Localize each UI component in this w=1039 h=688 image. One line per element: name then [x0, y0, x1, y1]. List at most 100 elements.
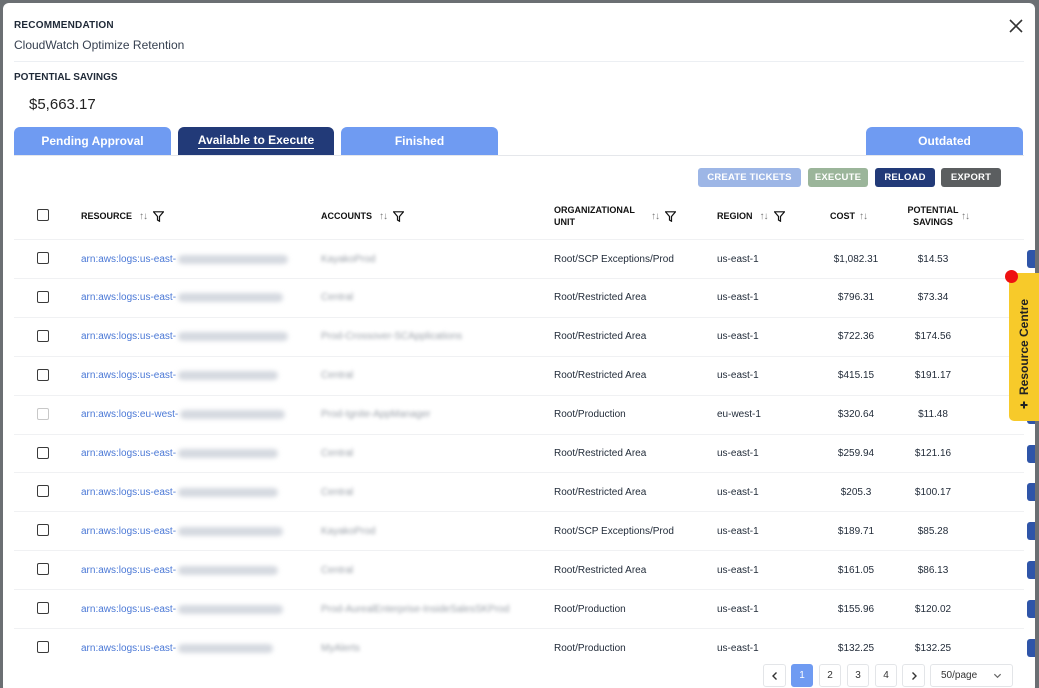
- potential-savings-value: $5,663.17: [29, 96, 96, 113]
- organizational-unit: Root/Production: [554, 409, 626, 421]
- potential-savings: $191.17: [914, 370, 952, 382]
- filter-icon[interactable]: [393, 210, 404, 222]
- region: us-east-1: [717, 331, 759, 343]
- execute-button[interactable]: EXECUTE: [808, 168, 868, 187]
- sort-icon[interactable]: ↑↓: [139, 211, 148, 222]
- resource-link[interactable]: arn:aws:logs:eu-west-: [81, 409, 178, 420]
- row-checkbox[interactable]: [37, 602, 49, 615]
- tab-underline: [14, 155, 1024, 156]
- resource-link[interactable]: arn:aws:logs:us-east-: [81, 526, 176, 537]
- row-action-button[interactable]: [1027, 250, 1035, 268]
- sort-icon[interactable]: ↑↓: [760, 211, 769, 222]
- resource-centre-tab[interactable]: Resource Centre: [1005, 270, 1039, 421]
- account-name: KayakoProd: [321, 253, 376, 265]
- row-action-button[interactable]: [1027, 444, 1035, 463]
- close-icon[interactable]: [1007, 17, 1025, 35]
- row-action-button[interactable]: [1027, 483, 1035, 502]
- sort-icon[interactable]: ↑↓: [961, 211, 970, 222]
- table-row[interactable]: arn:aws:logs:us-east- KayakoProd Root/SCP …: [14, 511, 1035, 550]
- redacted-resource-suffix: [178, 449, 279, 458]
- page-4-button[interactable]: 4: [875, 664, 897, 687]
- resource-link[interactable]: arn:aws:logs:us-east-: [81, 370, 176, 381]
- resource-link[interactable]: arn:aws:logs:us-east-: [81, 643, 176, 654]
- table-row[interactable]: arn:aws:logs:eu-west- Prod-Ignite-AppMana…: [14, 394, 1035, 434]
- resource-link[interactable]: arn:aws:logs:us-east-: [81, 448, 176, 459]
- account-name: Central: [321, 370, 354, 382]
- redacted-resource-suffix: [180, 410, 286, 420]
- export-button[interactable]: EXPORT: [941, 168, 1001, 187]
- table-row[interactable]: arn:aws:logs:us-east- Central Root/Restric…: [14, 277, 1035, 317]
- table-row[interactable]: arn:aws:logs:us-east- Central Root/Restric…: [14, 433, 1035, 473]
- cost: $320.64: [837, 409, 875, 421]
- tab-finished[interactable]: Finished: [341, 127, 498, 155]
- table-row[interactable]: arn:aws:logs:us-east- KayakoProd Root/SCP …: [14, 239, 1035, 278]
- organizational-unit: Root/Restricted Area: [554, 370, 647, 382]
- recommendation-modal: RECOMMENDATION CloudWatch Optimize Reten…: [3, 3, 1035, 688]
- resource-link[interactable]: arn:aws:logs:us-east-: [81, 254, 176, 265]
- region: us-east-1: [717, 642, 759, 654]
- region: eu-west-1: [717, 409, 761, 421]
- sort-icon[interactable]: ↑↓: [859, 211, 868, 222]
- prev-page-button[interactable]: [763, 664, 786, 687]
- row-checkbox[interactable]: [37, 290, 49, 303]
- row-checkbox[interactable]: [37, 252, 49, 264]
- filter-icon[interactable]: [153, 210, 165, 222]
- tab-pending-approval[interactable]: Pending Approval: [14, 127, 171, 155]
- potential-savings: $132.25: [914, 642, 952, 654]
- resource-link[interactable]: arn:aws:logs:us-east-: [81, 565, 176, 576]
- potential-savings: $121.16: [914, 448, 952, 459]
- resource-link[interactable]: arn:aws:logs:us-east-: [81, 487, 176, 498]
- cost: $161.05: [837, 564, 875, 576]
- tab-outdated[interactable]: Outdated: [866, 127, 1023, 155]
- row-action-button[interactable]: [1027, 561, 1035, 580]
- row-action-button[interactable]: [1027, 639, 1035, 657]
- page-size-select[interactable]: 50/page: [930, 664, 1013, 687]
- redacted-resource-suffix: [178, 604, 284, 614]
- potential-savings: $73.34: [917, 292, 949, 304]
- cost: $189.71: [837, 525, 875, 537]
- recommendation-label: RECOMMENDATION: [14, 20, 114, 31]
- organizational-unit: Root/Restricted Area: [554, 564, 647, 576]
- row-checkbox[interactable]: [37, 524, 49, 537]
- tab-label: Pending Approval: [41, 134, 144, 148]
- column-potential-savings: POTENTIAL SAVINGS: [907, 205, 959, 227]
- next-page-button[interactable]: [902, 664, 925, 687]
- page-3-button[interactable]: 3: [847, 664, 869, 687]
- table-row[interactable]: arn:aws:logs:us-east- Central Root/Restric…: [14, 472, 1035, 511]
- info-icon: [1020, 401, 1028, 409]
- table-row[interactable]: arn:aws:logs:us-east- Central Root/Restric…: [14, 550, 1035, 589]
- filter-icon[interactable]: [773, 210, 785, 222]
- row-action-button[interactable]: [1027, 600, 1035, 619]
- table-row[interactable]: arn:aws:logs:us-east- MyAlerts Root/Produc…: [14, 628, 1035, 667]
- organizational-unit: Root/Restricted Area: [554, 292, 647, 304]
- create-tickets-button[interactable]: CREATE TICKETS: [698, 168, 801, 187]
- row-checkbox[interactable]: [37, 641, 49, 653]
- sort-icon[interactable]: ↑↓: [651, 211, 660, 222]
- row-checkbox[interactable]: [37, 329, 49, 342]
- resource-link[interactable]: arn:aws:logs:us-east-: [81, 331, 176, 342]
- row-checkbox[interactable]: [37, 368, 49, 381]
- row-checkbox[interactable]: [37, 446, 49, 459]
- column-cost: COST: [830, 211, 856, 221]
- resource-link[interactable]: arn:aws:logs:us-east-: [81, 292, 176, 303]
- sort-icon[interactable]: ↑↓: [379, 211, 388, 222]
- table-row[interactable]: arn:aws:logs:us-east- Prod-AurealEnterpri…: [14, 589, 1035, 628]
- tab-available-to-execute[interactable]: Available to Execute: [178, 127, 334, 155]
- account-name: Central: [321, 564, 354, 576]
- select-all-checkbox[interactable]: [37, 209, 49, 221]
- notification-dot: [1005, 270, 1018, 283]
- organizational-unit: Root/SCP Exceptions/Prod: [554, 253, 674, 265]
- page-1-button[interactable]: 1: [791, 664, 813, 687]
- row-checkbox[interactable]: [37, 563, 49, 576]
- reload-button[interactable]: RELOAD: [875, 168, 935, 187]
- region: us-east-1: [717, 253, 759, 265]
- row-checkbox[interactable]: [37, 485, 49, 498]
- table-row[interactable]: arn:aws:logs:us-east- Central Root/Restric…: [14, 355, 1035, 395]
- region: us-east-1: [717, 292, 759, 304]
- filter-icon[interactable]: [665, 210, 676, 222]
- resource-link[interactable]: arn:aws:logs:us-east-: [81, 604, 176, 615]
- page-2-button[interactable]: 2: [819, 664, 841, 687]
- chevron-left-icon: [771, 671, 777, 680]
- row-action-button[interactable]: [1027, 522, 1035, 541]
- table-row[interactable]: arn:aws:logs:us-east- Prod-Crossover-SCAp…: [14, 316, 1035, 356]
